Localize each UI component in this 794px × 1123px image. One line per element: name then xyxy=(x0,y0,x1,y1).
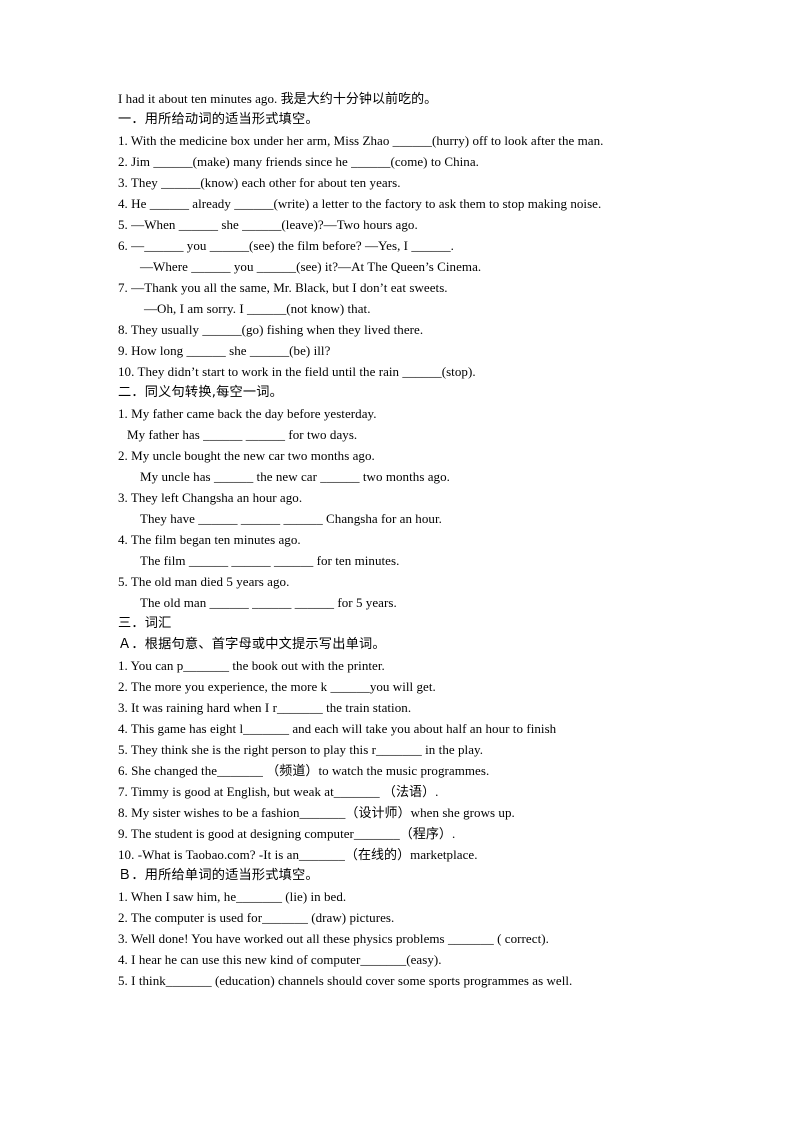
section-1-item-7-continued: —Oh, I am sorry. I ______(not know) that… xyxy=(144,301,371,316)
section-2-item-1-answer: My father has ______ ______ for two days… xyxy=(127,427,358,442)
section-3b-item-5: 5. I think_______ (education) channels s… xyxy=(118,973,573,988)
section-1-item-6: 6. —______ you ______(see) the film befo… xyxy=(118,238,454,253)
section-3a-item-1: 1. You can p_______ the book out with th… xyxy=(118,658,385,673)
intro-text: I had it about ten minutes ago. 我是大约十分钟以… xyxy=(118,91,438,106)
section-1-item-8: 8. They usually ______(go) fishing when … xyxy=(118,322,424,337)
section-1-item-6-continued: —Where ______ you ______(see) it?—At The… xyxy=(140,259,482,274)
section-3b-item-4: 4. I hear he can use this new kind of co… xyxy=(118,952,442,967)
section-3a-item-10: 10. -What is Taobao.com? -It is an______… xyxy=(118,847,478,862)
section-1-item-1: 1. With the medicine box under her arm, … xyxy=(118,133,604,148)
section-1-item-7: 7. —Thank you all the same, Mr. Black, b… xyxy=(118,280,448,295)
section-2-item-3: 3. They left Changsha an hour ago. xyxy=(118,490,303,505)
section-1-item-4: 4. He ______ already ______(write) a let… xyxy=(118,196,602,211)
section-2-item-1: 1. My father came back the day before ye… xyxy=(118,406,377,421)
section-3a-heading: Ａ．根据句意、首字母或中文提示写出单词。 xyxy=(118,637,386,652)
section-2-item-4: 4. The film began ten minutes ago. xyxy=(118,532,301,547)
section-3a-item-4: 4. This game has eight l_______ and each… xyxy=(118,721,557,736)
section-1-item-5: 5. —When ______ she ______(leave)?—Two h… xyxy=(118,217,418,232)
section-2-item-5: 5. The old man died 5 years ago. xyxy=(118,574,290,589)
worksheet-page: I had it about ten minutes ago. 我是大约十分钟以… xyxy=(0,0,794,1123)
section-3-heading: 三．词汇 xyxy=(118,616,172,631)
section-1-item-2: 2. Jim ______(make) many friends since h… xyxy=(118,154,479,169)
section-2-item-4-answer: The film ______ ______ ______ for ten mi… xyxy=(140,553,400,568)
section-1-item-9: 9. How long ______ she ______(be) ill? xyxy=(118,343,331,358)
section-3b-heading: Ｂ．用所给单词的适当形式填空。 xyxy=(118,868,319,883)
section-3a-item-8: 8. My sister wishes to be a fashion_____… xyxy=(118,805,515,820)
section-2-item-3-answer: They have ______ ______ ______ Changsha … xyxy=(140,511,442,526)
section-3a-item-7: 7. Timmy is good at English, but weak at… xyxy=(118,784,439,799)
section-3a-item-5: 5. They think she is the right person to… xyxy=(118,742,484,757)
section-2-item-2-answer: My uncle has ______ the new car ______ t… xyxy=(140,469,450,484)
section-1-heading: 一．用所给动词的适当形式填空。 xyxy=(118,112,319,127)
section-3b-item-1: 1. When I saw him, he_______ (lie) in be… xyxy=(118,889,347,904)
section-3a-item-3: 3. It was raining hard when I r_______ t… xyxy=(118,700,412,715)
document-body: I had it about ten minutes ago. 我是大约十分钟以… xyxy=(118,88,718,991)
section-1-item-10: 10. They didn’t start to work in the fie… xyxy=(118,364,476,379)
section-1-item-3: 3. They ______(know) each other for abou… xyxy=(118,175,401,190)
section-2-heading: 二．同义句转换,每空一词。 xyxy=(118,385,284,400)
section-3a-item-2: 2. The more you experience, the more k _… xyxy=(118,679,436,694)
section-3b-item-3: 3. Well done! You have worked out all th… xyxy=(118,931,549,946)
section-3b-item-2: 2. The computer is used for_______ (draw… xyxy=(118,910,395,925)
section-2-item-5-answer: The old man ______ ______ ______ for 5 y… xyxy=(140,595,397,610)
intro-line: I had it about ten minutes ago. 我是大约十分钟以… xyxy=(118,88,718,109)
section-2-item-2: 2. My uncle bought the new car two month… xyxy=(118,448,375,463)
section-3a-item-6: 6. She changed the_______ （频道）to watch t… xyxy=(118,763,490,778)
section-3a-item-9: 9. The student is good at designing comp… xyxy=(118,826,456,841)
